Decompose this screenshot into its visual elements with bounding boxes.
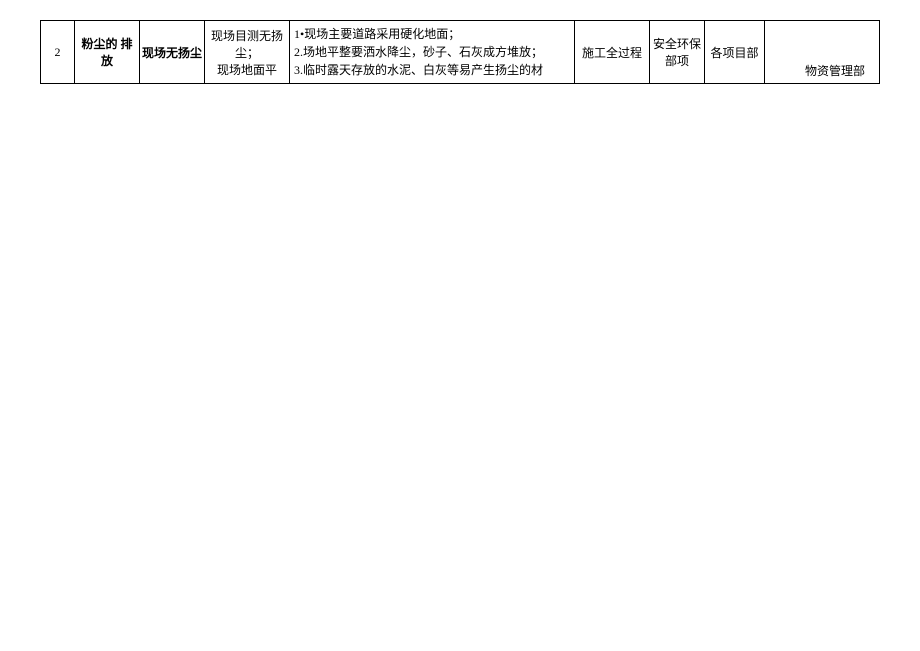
phase-text: 施工全过程 xyxy=(582,46,642,60)
item-text: 粉尘的 排放 xyxy=(81,37,132,68)
measure-line-3: 3.临时露天存放的水泥、白灰等易产生扬尘的材 xyxy=(294,61,572,79)
mgmt-text: 物资管理部 xyxy=(767,62,877,79)
item-cell: 粉尘的 排放 xyxy=(75,21,140,84)
measures-cell: 1•现场主要道路采用硬化地面； 2.场地平整要洒水降尘，砂子、石灰成方堆放； 3… xyxy=(290,21,575,84)
phase-cell: 施工全过程 xyxy=(575,21,650,84)
dept-cell: 安全环保部项 xyxy=(650,21,705,84)
measure-line-2: 2.场地平整要洒水降尘，砂子、石灰成方堆放； xyxy=(294,43,572,61)
measure-line-1: 1•现场主要道路采用硬化地面； xyxy=(294,25,572,43)
mgmt-cell: 物资管理部 xyxy=(765,21,880,84)
method-text: 现场目测无扬尘； 现场地面平 xyxy=(211,29,283,77)
table-row: 2 粉尘的 排放 现场无扬尘 现场目测无扬尘； 现场地面平 1•现场主要道路采用… xyxy=(41,21,880,84)
goal-cell: 现场无扬尘 xyxy=(140,21,205,84)
dept-text: 安全环保部项 xyxy=(653,37,701,68)
row-number: 2 xyxy=(55,45,61,59)
proj-cell: 各项目部 xyxy=(705,21,765,84)
row-number-cell: 2 xyxy=(41,21,75,84)
goal-text: 现场无扬尘 xyxy=(142,46,202,60)
method-cell: 现场目测无扬尘； 现场地面平 xyxy=(205,21,290,84)
proj-text: 各项目部 xyxy=(710,46,758,60)
management-table: 2 粉尘的 排放 现场无扬尘 现场目测无扬尘； 现场地面平 1•现场主要道路采用… xyxy=(40,20,880,84)
